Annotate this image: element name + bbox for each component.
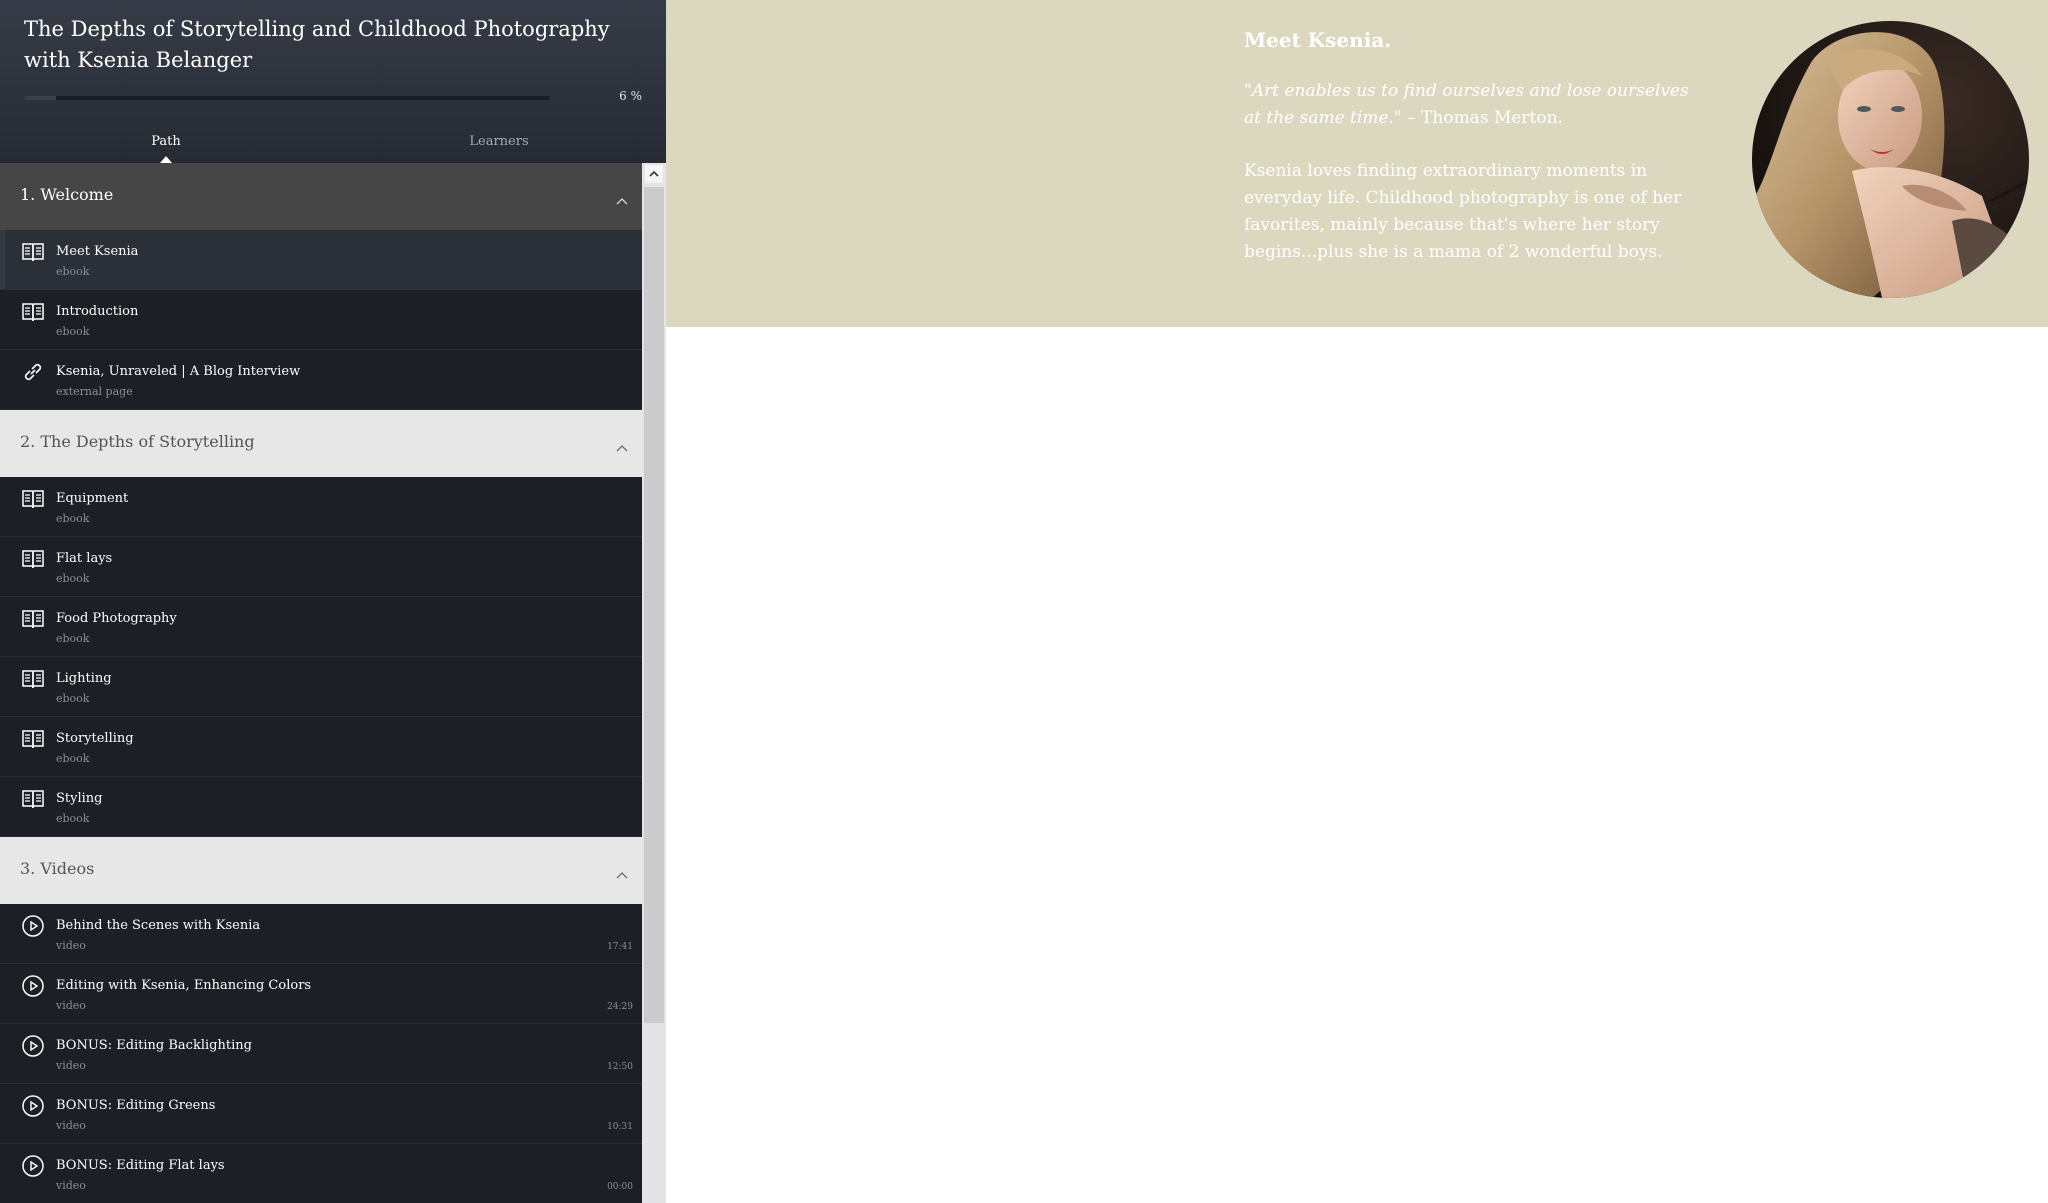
item-title: Lighting xyxy=(56,671,112,686)
book-icon xyxy=(21,240,45,264)
sidebar-scrollbar[interactable] xyxy=(642,163,666,1203)
item-type: video xyxy=(56,999,86,1012)
quote-author: – Thomas Merton. xyxy=(1401,108,1563,128)
item-type: ebook xyxy=(56,325,90,338)
item-type: video xyxy=(56,1119,86,1132)
path-item[interactable]: BONUS: Editing Greens video 10:31 xyxy=(0,1084,642,1144)
item-title: Food Photography xyxy=(56,611,177,626)
book-icon xyxy=(21,607,45,631)
item-title: BONUS: Editing Backlighting xyxy=(56,1038,252,1053)
path-item[interactable]: Food Photography ebook xyxy=(0,597,642,657)
quote: "Art enables us to find ourselves and lo… xyxy=(1244,78,1694,132)
play-icon xyxy=(21,1094,45,1118)
sidebar-header: The Depths of Storytelling and Childhood… xyxy=(0,0,666,163)
book-icon xyxy=(21,487,45,511)
main-content: Meet Ksenia. "Art enables us to find our… xyxy=(666,0,2048,1203)
bio-text: Ksenia loves finding extraordinary momen… xyxy=(1244,161,1682,262)
tab-learners[interactable]: Learners xyxy=(399,134,599,149)
section-header[interactable]: 2. The Depths of Storytelling xyxy=(0,410,642,477)
item-title: Introduction xyxy=(56,304,139,319)
course-sidebar: The Depths of Storytelling and Childhood… xyxy=(0,0,666,1203)
item-type: ebook xyxy=(56,572,90,585)
path-item[interactable]: BONUS: Editing Backlighting video 12:50 xyxy=(0,1024,642,1084)
progress-fill xyxy=(24,96,56,100)
section-title: 3. Videos xyxy=(20,859,95,878)
path-item[interactable]: Styling ebook xyxy=(0,777,642,837)
path-item[interactable]: Storytelling ebook xyxy=(0,717,642,777)
item-duration: 12:50 xyxy=(607,1062,633,1072)
play-icon xyxy=(21,914,45,938)
section-header[interactable]: 3. Videos xyxy=(0,837,642,904)
item-type: video xyxy=(56,939,86,952)
tab-path[interactable]: Path xyxy=(66,134,266,149)
intro-banner: Meet Ksenia. "Art enables us to find our… xyxy=(666,0,2048,327)
chevron-up-icon xyxy=(649,170,659,177)
item-title: Meet Ksenia xyxy=(56,244,139,259)
path-item[interactable]: Ksenia, Unraveled | A Blog Interview exte… xyxy=(0,350,642,410)
item-duration: 24:29 xyxy=(607,1002,633,1012)
section-title: 1. Welcome xyxy=(20,185,114,204)
path-item[interactable]: Lighting ebook xyxy=(0,657,642,717)
progress-bar xyxy=(24,96,550,100)
path-item[interactable]: Introduction ebook xyxy=(0,290,642,350)
item-type: video xyxy=(56,1179,86,1192)
item-title: Storytelling xyxy=(56,731,134,746)
item-duration: 10:31 xyxy=(607,1122,633,1132)
item-title: Equipment xyxy=(56,491,129,506)
item-title: Ksenia, Unraveled | A Blog Interview xyxy=(56,364,301,379)
section-title: 2. The Depths of Storytelling xyxy=(20,432,255,451)
item-duration: 17:41 xyxy=(607,942,633,952)
play-icon xyxy=(21,1154,45,1178)
item-title: BONUS: Editing Flat lays xyxy=(56,1158,225,1173)
active-tab-caret-icon xyxy=(160,156,172,163)
book-icon xyxy=(21,300,45,324)
item-title: Editing with Ksenia, Enhancing Colors xyxy=(56,978,312,993)
item-type: ebook xyxy=(56,692,90,705)
item-title: BONUS: Editing Greens xyxy=(56,1098,216,1113)
link-icon xyxy=(21,360,45,384)
chevron-up-icon[interactable] xyxy=(616,437,628,452)
path-item[interactable]: BONUS: Editing Flat lays video 00:00 xyxy=(0,1144,642,1203)
item-title: Behind the Scenes with Ksenia xyxy=(56,918,261,933)
play-icon xyxy=(21,1034,45,1058)
course-title: The Depths of Storytelling and Childhood… xyxy=(24,17,610,72)
path-item[interactable]: Equipment ebook xyxy=(0,477,642,537)
book-icon xyxy=(21,547,45,571)
path-list: 1. Welcome Meet Ksenia ebook Introduction eb… xyxy=(0,163,642,1203)
item-type: ebook xyxy=(56,812,90,825)
book-icon xyxy=(21,667,45,691)
path-item[interactable]: Flat lays ebook xyxy=(0,537,642,597)
book-icon xyxy=(21,727,45,751)
progress-percent: 6 % xyxy=(619,89,642,103)
book-icon xyxy=(21,787,45,811)
chevron-up-icon[interactable] xyxy=(616,864,628,879)
item-type: external page xyxy=(56,385,133,398)
item-duration: 00:00 xyxy=(607,1182,633,1192)
item-type: ebook xyxy=(56,752,90,765)
content-heading: Meet Ksenia. xyxy=(1244,28,1392,52)
section-header[interactable]: 1. Welcome xyxy=(0,163,642,230)
path-item[interactable]: Meet Ksenia ebook xyxy=(0,230,642,290)
path-item[interactable]: Behind the Scenes with Ksenia video 17:41 xyxy=(0,904,642,964)
path-item[interactable]: Editing with Ksenia, Enhancing Colors vid… xyxy=(0,964,642,1024)
play-icon xyxy=(21,974,45,998)
portrait-photo xyxy=(1752,21,2029,298)
chevron-up-icon[interactable] xyxy=(616,190,628,205)
item-type: ebook xyxy=(56,512,90,525)
item-type: video xyxy=(56,1059,86,1072)
item-title: Styling xyxy=(56,791,103,806)
scroll-thumb[interactable] xyxy=(644,187,664,1023)
item-title: Flat lays xyxy=(56,551,113,566)
scroll-up-button[interactable] xyxy=(645,165,663,183)
item-type: ebook xyxy=(56,632,90,645)
item-type: ebook xyxy=(56,265,90,278)
